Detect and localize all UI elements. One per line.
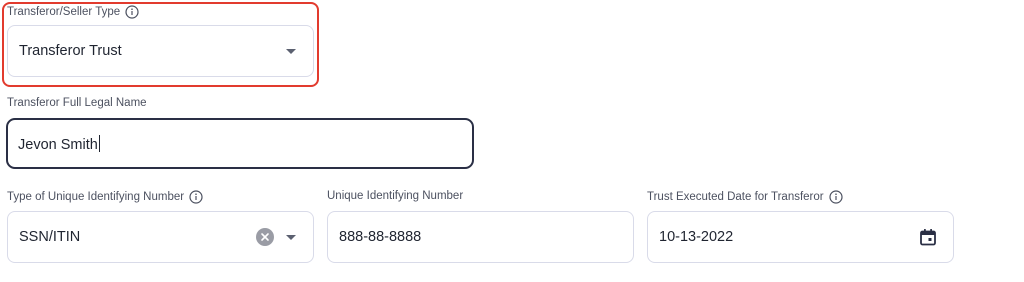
seller-type-value: Transferor Trust bbox=[19, 43, 122, 59]
info-icon[interactable] bbox=[189, 190, 203, 204]
seller-type-label-row: Transferor/Seller Type bbox=[7, 5, 139, 19]
chevron-down-icon[interactable] bbox=[286, 48, 296, 54]
id-type-label-row: Type of Unique Identifying Number bbox=[7, 190, 203, 204]
id-type-select[interactable]: SSN/ITIN bbox=[7, 211, 314, 263]
info-icon[interactable] bbox=[829, 190, 843, 204]
chevron-down-icon[interactable] bbox=[286, 234, 296, 240]
transferor-form: Transferor/Seller Type Transferor Trust … bbox=[0, 0, 1024, 282]
seller-type-label: Transferor/Seller Type bbox=[7, 6, 121, 18]
full-name-label: Transferor Full Legal Name bbox=[7, 97, 147, 109]
calendar-icon[interactable] bbox=[918, 227, 938, 247]
id-number-label: Unique Identifying Number bbox=[327, 190, 464, 202]
id-type-value: SSN/ITIN bbox=[19, 229, 81, 245]
info-icon[interactable] bbox=[125, 5, 139, 19]
text-caret bbox=[98, 134, 100, 152]
full-name-input[interactable]: Jevon Smith bbox=[6, 118, 474, 169]
clear-icon[interactable] bbox=[256, 228, 274, 246]
trust-date-value: 10-13-2022 bbox=[659, 229, 734, 245]
trust-date-label-row: Trust Executed Date for Transferor bbox=[647, 190, 843, 204]
id-type-label: Type of Unique Identifying Number bbox=[7, 191, 185, 203]
id-number-label-row: Unique Identifying Number bbox=[327, 190, 463, 202]
seller-type-select[interactable]: Transferor Trust bbox=[7, 25, 314, 77]
full-name-value: Jevon Smith bbox=[18, 136, 98, 153]
trust-date-input[interactable]: 10-13-2022 bbox=[647, 211, 954, 263]
id-number-value: 888-88-8888 bbox=[339, 229, 422, 245]
trust-date-label: Trust Executed Date for Transferor bbox=[647, 191, 824, 203]
full-name-label-row: Transferor Full Legal Name bbox=[7, 97, 147, 109]
id-number-input[interactable]: 888-88-8888 bbox=[327, 211, 634, 263]
